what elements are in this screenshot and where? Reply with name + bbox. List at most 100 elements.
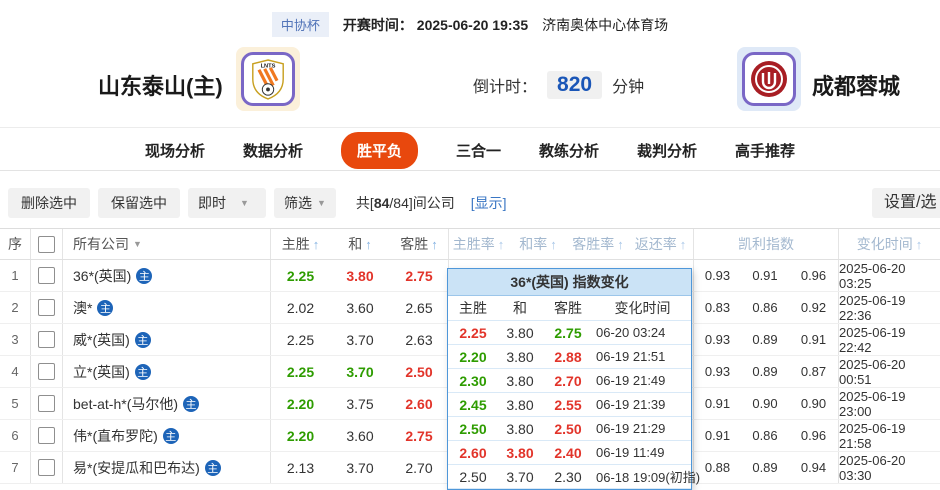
kelly-away: 0.96	[789, 420, 838, 451]
col-kelly: 凯利指数	[693, 229, 838, 259]
away-odds: 2.63	[390, 324, 448, 355]
col-company[interactable]: 所有公司▼	[62, 229, 270, 259]
home-odds: 2.13	[270, 452, 330, 483]
countdown: 倒计时： 820 分钟	[473, 71, 644, 99]
popup-col-draw: 和	[498, 298, 542, 318]
row-checkbox-cell	[30, 292, 62, 323]
col-draw[interactable]: 和↑	[330, 229, 390, 259]
col-home-rate[interactable]: 主胜率↑	[448, 229, 508, 259]
show-link[interactable]: [显示]	[471, 193, 507, 213]
kelly-draw: 0.90	[741, 388, 789, 419]
toolbar: 删除选中 保留选中 即时 ▼ 筛选 ▼ 共[84/84]间公司 [显示]	[8, 188, 507, 218]
away-odds: 2.65	[390, 292, 448, 323]
popup-draw-odds: 3.70	[498, 469, 542, 485]
kelly-away: 0.91	[789, 324, 838, 355]
popup-away-odds: 2.50	[542, 421, 594, 437]
match-info-bar: 中协杯 开赛时间： 2025-06-20 19:35 济南奥体中心体育场	[0, 12, 940, 37]
kelly-draw: 0.86	[741, 420, 789, 451]
popup-col-home: 主胜	[448, 298, 498, 318]
popup-row: 2.503.702.3006-18 19:09(初指)	[448, 465, 691, 489]
company-cell[interactable]: 澳*主	[62, 292, 270, 323]
away-odds: 2.60	[390, 388, 448, 419]
company-cell[interactable]: 易*(安提瓜和巴布达)主	[62, 452, 270, 483]
draw-odds: 3.60	[330, 420, 390, 451]
home-odds: 2.25	[270, 260, 330, 291]
tab-3[interactable]: 胜平负	[341, 132, 418, 169]
company-cell[interactable]: bet-at-h*(马尔他)主	[62, 388, 270, 419]
popup-header-row: 主胜 和 客胜 变化时间	[448, 296, 691, 321]
delete-selected-button[interactable]: 删除选中	[8, 188, 90, 218]
row-checkbox[interactable]	[38, 299, 55, 316]
popup-change-time: 06-20 03:24	[594, 325, 691, 340]
kelly-away: 0.87	[789, 356, 838, 387]
col-return-rate[interactable]: 返还率↑	[628, 229, 693, 259]
draw-odds: 3.80	[330, 260, 390, 291]
keep-selected-button[interactable]: 保留选中	[98, 188, 180, 218]
kelly-home: 0.91	[693, 388, 741, 419]
row-number: 7	[0, 452, 30, 483]
popup-draw-odds: 3.80	[498, 445, 542, 461]
company-name: 澳*	[73, 298, 92, 318]
company-name: 威*(英国)	[73, 330, 130, 350]
row-checkbox[interactable]	[38, 395, 55, 412]
tab-2[interactable]: 数据分析	[243, 140, 303, 161]
row-checkbox[interactable]	[38, 459, 55, 476]
company-cell[interactable]: 威*(英国) 主	[62, 324, 270, 355]
col-change-time[interactable]: 变化时间↑	[838, 229, 940, 259]
popup-home-odds: 2.50	[448, 469, 498, 485]
row-checkbox[interactable]	[38, 267, 55, 284]
filter-label: 筛选	[284, 193, 312, 213]
row-number: 4	[0, 356, 30, 387]
filter-select[interactable]: 筛选 ▼	[274, 188, 336, 218]
away-odds: 2.50	[390, 356, 448, 387]
change-time: 2025-06-19 22:36	[838, 292, 940, 323]
home-badge-icon: 主	[183, 396, 199, 412]
change-time: 2025-06-20 03:25	[838, 260, 940, 291]
draw-odds: 3.70	[330, 452, 390, 483]
popup-change-time: 06-19 21:49	[594, 373, 691, 388]
col-away-rate[interactable]: 客胜率↑	[568, 229, 628, 259]
popup-col-away: 客胜	[542, 298, 594, 318]
popup-row: 2.453.802.5506-19 21:39	[448, 393, 691, 417]
row-number: 5	[0, 388, 30, 419]
popup-title: 36*(英国) 指数变化	[448, 269, 691, 296]
tab-1[interactable]: 现场分析	[145, 140, 205, 161]
kelly-away: 0.94	[789, 452, 838, 483]
tab-6[interactable]: 裁判分析	[637, 140, 697, 161]
company-name: 易*(安提瓜和巴布达)	[73, 458, 200, 478]
col-draw-rate[interactable]: 和率↑	[508, 229, 568, 259]
kelly-draw: 0.89	[741, 324, 789, 355]
row-checkbox[interactable]	[38, 331, 55, 348]
sort-asc-icon: ↑	[431, 237, 438, 252]
row-checkbox[interactable]	[38, 427, 55, 444]
col-home-win[interactable]: 主胜↑	[270, 229, 330, 259]
popup-away-odds: 2.30	[542, 469, 594, 485]
team-header: 山东泰山(主) LNTS 倒计时： 820 分钟	[0, 45, 940, 125]
home-badge-icon: 主	[163, 428, 179, 444]
svg-text:LNTS: LNTS	[261, 64, 276, 70]
league-badge[interactable]: 中协杯	[272, 12, 329, 37]
popup-away-odds: 2.70	[542, 373, 594, 389]
row-checkbox-cell	[30, 420, 62, 451]
tab-5[interactable]: 教练分析	[539, 140, 599, 161]
kelly-home: 0.83	[693, 292, 741, 323]
settings-button[interactable]: 设置/选	[872, 188, 940, 218]
home-badge-icon: 主	[135, 332, 151, 348]
select-all-checkbox[interactable]	[38, 236, 55, 253]
time-mode-select[interactable]: 即时 ▼	[188, 188, 266, 218]
row-checkbox[interactable]	[38, 363, 55, 380]
col-away-win[interactable]: 客胜↑	[390, 229, 448, 259]
sort-asc-icon: ↑	[365, 237, 372, 252]
tab-4[interactable]: 三合一	[456, 140, 501, 161]
sort-asc-icon: ↑	[680, 237, 687, 252]
kelly-draw: 0.89	[741, 356, 789, 387]
popup-home-odds: 2.30	[448, 373, 498, 389]
away-team-name: 成都蓉城	[812, 69, 900, 101]
company-name: 伟*(直布罗陀)	[73, 426, 158, 446]
tab-7[interactable]: 高手推荐	[735, 140, 795, 161]
company-cell[interactable]: 伟*(直布罗陀) 主	[62, 420, 270, 451]
countdown-unit: 分钟	[612, 73, 644, 97]
company-cell[interactable]: 立*(英国)主	[62, 356, 270, 387]
home-team-logo: LNTS	[236, 47, 300, 111]
company-cell[interactable]: 36*(英国)主	[62, 260, 270, 291]
